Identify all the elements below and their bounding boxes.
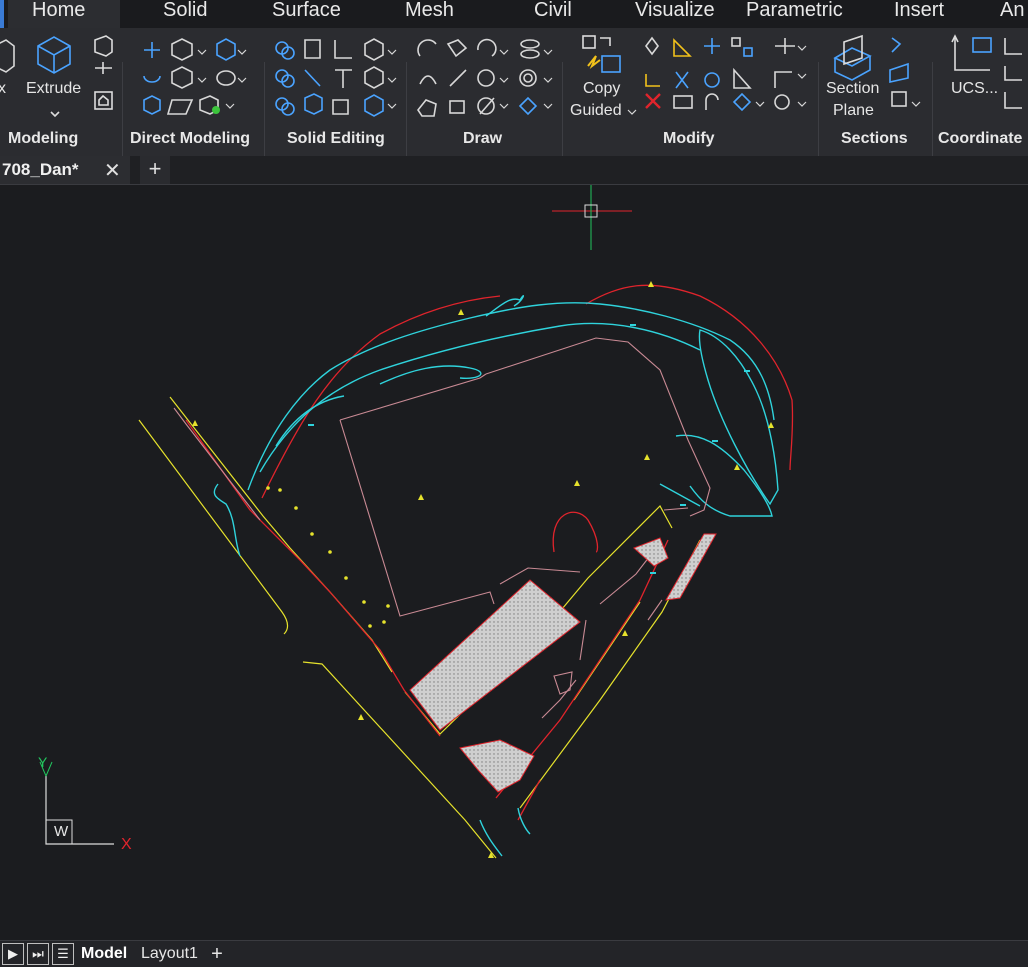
panel-title-modify: Modify — [663, 130, 715, 147]
tab-insert[interactable]: Insert — [894, 0, 944, 28]
drawing-viewport[interactable]: Y X W — [0, 185, 1028, 940]
ucs-w-label: W — [54, 823, 69, 840]
ucs-x-label: X — [121, 836, 132, 853]
tab-solid[interactable]: Solid — [163, 0, 207, 28]
layout-statusbar: ▶ ⏭ ☰ Model Layout1 + — [0, 940, 1028, 967]
tab-home[interactable]: Home — [8, 0, 120, 28]
play-icon[interactable]: ▶ — [2, 943, 24, 965]
tab-visualize[interactable]: Visualize — [635, 0, 715, 28]
extrude-button-label[interactable]: Extrude — [26, 78, 81, 100]
box-icon[interactable] — [0, 39, 15, 73]
tab-parametric[interactable]: Parametric — [746, 0, 843, 28]
document-tab[interactable]: 708_Dan* ✕ — [0, 156, 130, 184]
drawing-canvas[interactable] — [0, 185, 1028, 940]
copy-button-label[interactable]: Copy — [583, 78, 620, 100]
cyan-tags — [308, 324, 750, 574]
panel-title-solid-editing: Solid Editing — [287, 130, 385, 147]
app-menu-edge[interactable] — [0, 0, 4, 28]
tab-mesh[interactable]: Mesh — [405, 0, 454, 28]
tab-annotate-partial[interactable]: An — [1000, 0, 1024, 28]
tab-civil[interactable]: Civil — [534, 0, 572, 28]
box-button-label[interactable]: x — [0, 78, 6, 100]
panel-title-direct-modeling: Direct Modeling — [130, 130, 251, 147]
layout1-tab[interactable]: Layout1 — [141, 945, 198, 963]
tab-surface[interactable]: Surface — [272, 0, 341, 28]
panel-title-coordinate: Coordinate — [938, 130, 1023, 147]
crosshair-cursor — [552, 185, 632, 250]
modify-icons[interactable] — [645, 36, 795, 112]
document-tabbar: 708_Dan* ✕ + — [0, 156, 1028, 185]
panel-title-modeling: Modeling — [8, 130, 79, 147]
panel-title-sections: Sections — [841, 130, 908, 147]
panel-title-draw: Draw — [463, 130, 503, 147]
section-small-icons[interactable] — [889, 37, 909, 107]
modeling-small-icons[interactable] — [94, 35, 113, 110]
direct-modeling-icons[interactable] — [143, 38, 236, 115]
solid-editing-icons[interactable] — [275, 38, 384, 117]
model-tab[interactable]: Model — [81, 945, 127, 963]
plane-button-label[interactable]: Plane — [833, 100, 874, 122]
ribbon-tabbar: Home Solid Surface Mesh Civil Visualize … — [0, 0, 1028, 28]
ucs-axis-icon — [39, 761, 114, 845]
add-layout-button[interactable]: + — [206, 941, 228, 967]
skip-end-icon[interactable]: ⏭ — [27, 943, 49, 965]
copy-guided-icon[interactable] — [582, 35, 621, 73]
draw-icons[interactable] — [417, 38, 540, 117]
ucs-y-label: Y — [38, 754, 48, 770]
hatched-buildings — [409, 533, 717, 793]
guided-button-label[interactable]: Guided — [570, 100, 622, 122]
section-plane-icon[interactable] — [833, 34, 872, 81]
section-button-label[interactable]: Section — [826, 78, 879, 100]
close-icon[interactable]: ✕ — [104, 158, 121, 183]
document-tab-label: 708_Dan* — [2, 160, 79, 179]
road-edge-lines — [138, 396, 701, 859]
new-document-button[interactable]: + — [140, 156, 170, 184]
layout-list-icon[interactable]: ☰ — [52, 943, 74, 965]
extrude-icon[interactable] — [37, 36, 71, 74]
ucs-button-label[interactable]: UCS... — [951, 78, 998, 100]
